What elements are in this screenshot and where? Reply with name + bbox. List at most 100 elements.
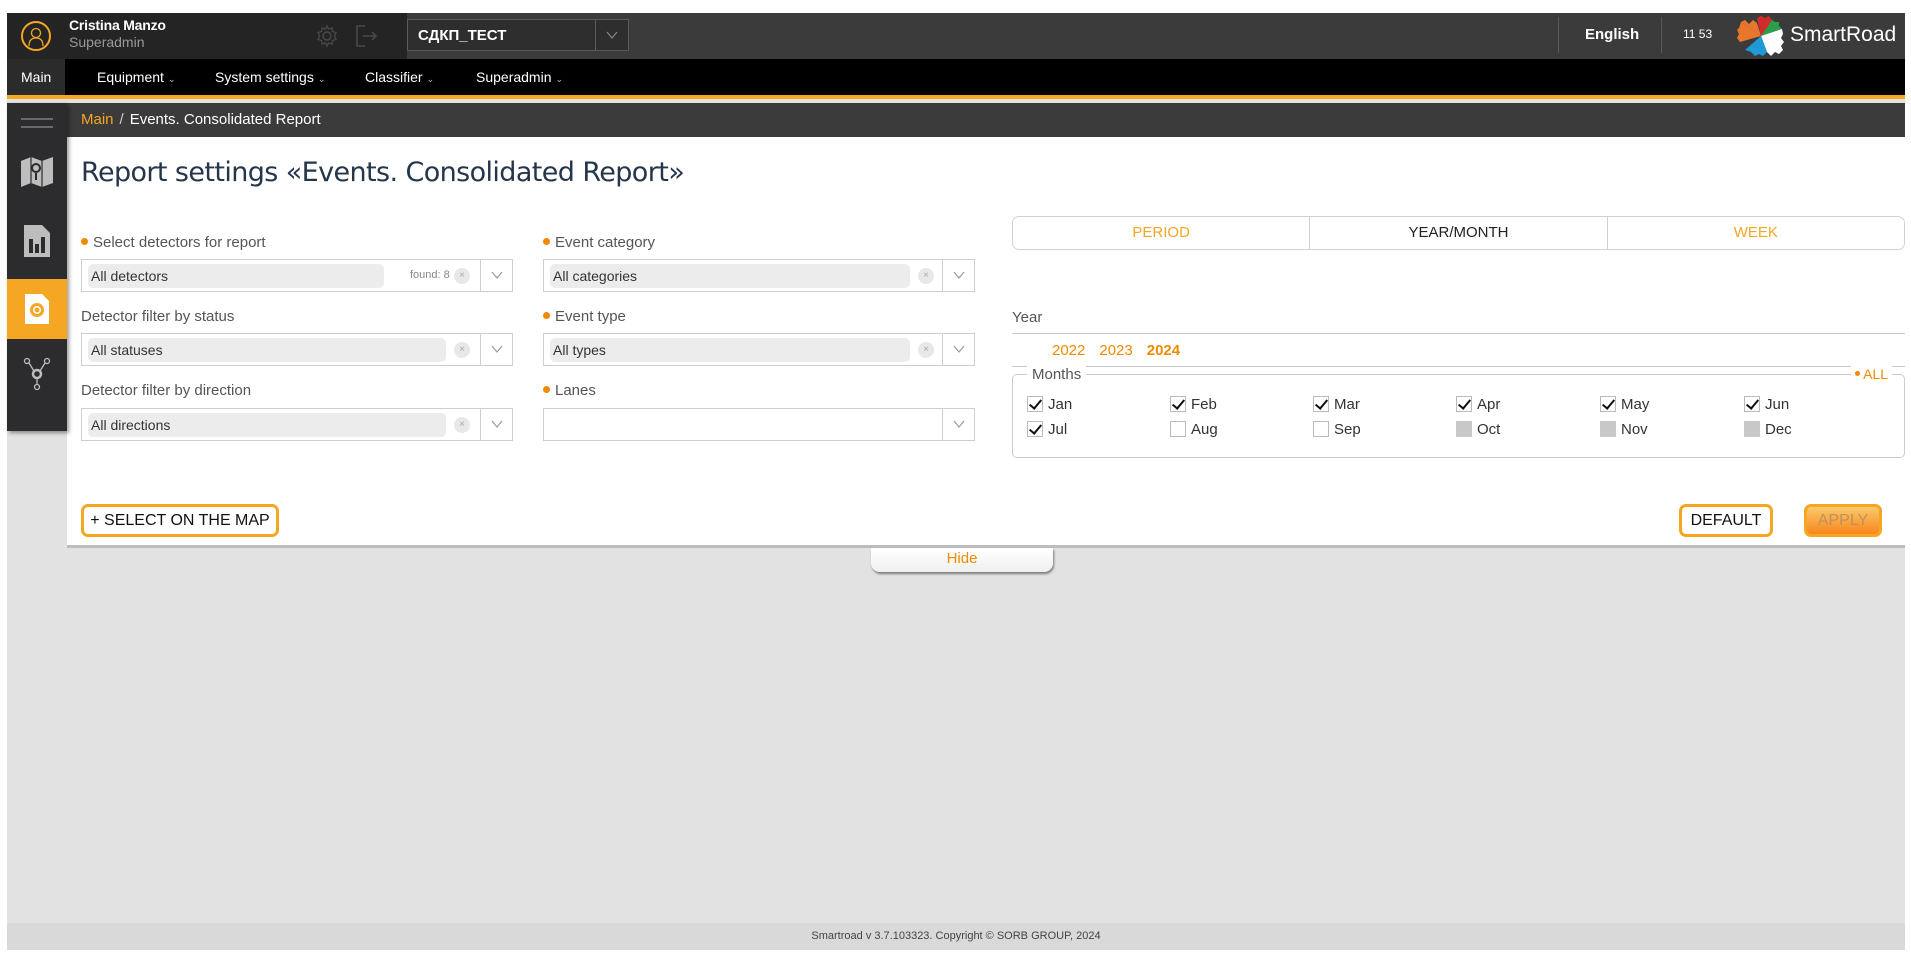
app-window: Cristina Manzo Superadmin СДКП_ТЕСТ Engl…	[7, 13, 1905, 950]
nav-item-label: Equipment	[97, 69, 164, 85]
divider	[1012, 333, 1905, 334]
year-option-2022[interactable]: 2022	[1052, 342, 1085, 359]
footer: Smartroad v 3.7.103323. Copyright © SORB…	[7, 923, 1905, 950]
clear-icon[interactable]: ×	[454, 417, 470, 433]
event-type-select[interactable]: All types ×	[543, 333, 975, 366]
select-all-months-button[interactable]: ALL	[1851, 366, 1892, 382]
sidebar-item-map[interactable]	[7, 141, 67, 203]
chevron-down-icon[interactable]	[595, 20, 628, 50]
detectors-label: Select detectors for report	[81, 234, 266, 251]
breadcrumb-separator: /	[119, 111, 124, 128]
nav-item-system-settings[interactable]: System settings ⌄	[201, 59, 339, 95]
divider	[1012, 366, 1905, 367]
chevron-down-icon[interactable]	[942, 409, 974, 440]
breadcrumb-home-link[interactable]: Main	[81, 111, 114, 128]
select-on-map-button[interactable]: + SELECT ON THE MAP	[81, 504, 279, 537]
clear-icon[interactable]: ×	[454, 268, 470, 284]
map-icon	[21, 157, 53, 187]
checkbox[interactable]	[1027, 396, 1043, 412]
lanes-select[interactable]	[543, 408, 975, 441]
checkbox-disabled	[1744, 421, 1760, 437]
menu-icon	[21, 118, 53, 128]
month-checkbox-dec: Dec	[1744, 420, 1792, 438]
divider	[1661, 17, 1662, 53]
checkbox[interactable]	[1600, 396, 1616, 412]
chevron-down-icon: ⌄	[317, 74, 326, 84]
nav-item-classifier[interactable]: Classifier ⌄	[351, 59, 448, 95]
chevron-down-icon[interactable]	[942, 260, 974, 291]
label-text: Select detectors for report	[93, 234, 266, 251]
sidebar-item-reports[interactable]	[7, 203, 67, 279]
clear-icon[interactable]: ×	[918, 342, 934, 358]
chevron-down-icon[interactable]	[942, 334, 974, 365]
month-checkbox-nov: Nov	[1600, 420, 1648, 438]
event-category-chip: All categories	[550, 264, 910, 288]
language-selector[interactable]: English	[1585, 26, 1639, 43]
project-select[interactable]: СДКП_ТЕСТ	[407, 19, 629, 51]
month-checkbox-may[interactable]: May	[1600, 395, 1649, 413]
month-checkbox-jun[interactable]: Jun	[1744, 395, 1789, 413]
required-dot-icon	[543, 312, 550, 319]
nav-item-main[interactable]: Main	[7, 59, 66, 95]
tab-period[interactable]: PERIOD	[1013, 217, 1311, 249]
month-checkbox-jan[interactable]: Jan	[1027, 395, 1072, 413]
breadcrumb-current: Events. Consolidated Report	[129, 111, 321, 128]
logout-icon[interactable]	[353, 23, 379, 54]
direction-filter-select[interactable]: All directions ×	[81, 408, 513, 441]
checkbox[interactable]	[1170, 396, 1186, 412]
month-label: Mar	[1334, 395, 1360, 413]
month-checkbox-apr[interactable]: Apr	[1456, 395, 1500, 413]
month-label: Sep	[1334, 420, 1361, 438]
hide-panel-button[interactable]: Hide	[871, 548, 1053, 572]
event-category-label: Event category	[543, 234, 655, 251]
month-checkbox-aug[interactable]: Aug	[1170, 420, 1218, 438]
sidebar-item-network[interactable]	[7, 339, 67, 409]
checkbox[interactable]	[1313, 421, 1329, 437]
gear-icon[interactable]	[315, 24, 339, 53]
checkbox[interactable]	[1170, 421, 1186, 437]
nav-item-equipment[interactable]: Equipment ⌄	[83, 59, 189, 95]
chevron-down-icon[interactable]	[480, 409, 512, 440]
sidebar-item-event-reports[interactable]	[7, 279, 67, 339]
chevron-down-icon[interactable]	[480, 260, 512, 291]
tab-year-month[interactable]: YEAR/MONTH	[1310, 217, 1608, 249]
year-option-2023[interactable]: 2023	[1099, 342, 1132, 359]
divider	[1558, 17, 1559, 53]
month-checkbox-jul[interactable]: Jul	[1027, 420, 1067, 438]
month-label: Jun	[1765, 395, 1790, 413]
month-checkbox-oct: Oct	[1456, 420, 1500, 438]
year-selector: 2022 2023 2024	[1052, 342, 1180, 359]
required-dot-icon	[543, 238, 550, 245]
checkbox[interactable]	[1456, 396, 1472, 412]
month-checkbox-mar[interactable]: Mar	[1313, 395, 1360, 413]
month-checkbox-feb[interactable]: Feb	[1170, 395, 1217, 413]
found-count: found: 8	[410, 269, 450, 281]
status-filter-label: Detector filter by status	[81, 308, 235, 325]
nav-item-label: Superadmin	[476, 69, 552, 85]
checkbox[interactable]	[1027, 421, 1043, 437]
user-avatar-icon[interactable]	[21, 21, 51, 51]
status-filter-select[interactable]: All statuses ×	[81, 333, 513, 366]
apply-button[interactable]: APPLY	[1804, 504, 1882, 537]
chevron-down-icon[interactable]	[480, 334, 512, 365]
event-type-label: Event type	[543, 308, 626, 325]
months-label: Months	[1027, 366, 1087, 383]
detectors-select[interactable]: All detectors found: 8 ×	[81, 259, 513, 292]
clear-icon[interactable]: ×	[454, 342, 470, 358]
event-category-select[interactable]: All categories ×	[543, 259, 975, 292]
sidebar	[7, 103, 67, 431]
nav-item-superadmin[interactable]: Superadmin ⌄	[462, 59, 577, 95]
checkbox[interactable]	[1313, 396, 1329, 412]
default-button[interactable]: DEFAULT	[1679, 504, 1773, 537]
nav-item-label: Classifier	[365, 69, 423, 85]
year-option-2024[interactable]: 2024	[1147, 342, 1180, 359]
month-label: Nov	[1621, 420, 1648, 438]
chevron-down-icon: ⌄	[167, 74, 176, 84]
sidebar-menu-toggle[interactable]	[7, 103, 67, 141]
all-label: ALL	[1863, 366, 1888, 382]
tab-week[interactable]: WEEK	[1608, 217, 1904, 249]
month-checkbox-sep[interactable]: Sep	[1313, 420, 1361, 438]
network-icon	[23, 357, 51, 391]
clear-icon[interactable]: ×	[918, 268, 934, 284]
checkbox[interactable]	[1744, 396, 1760, 412]
